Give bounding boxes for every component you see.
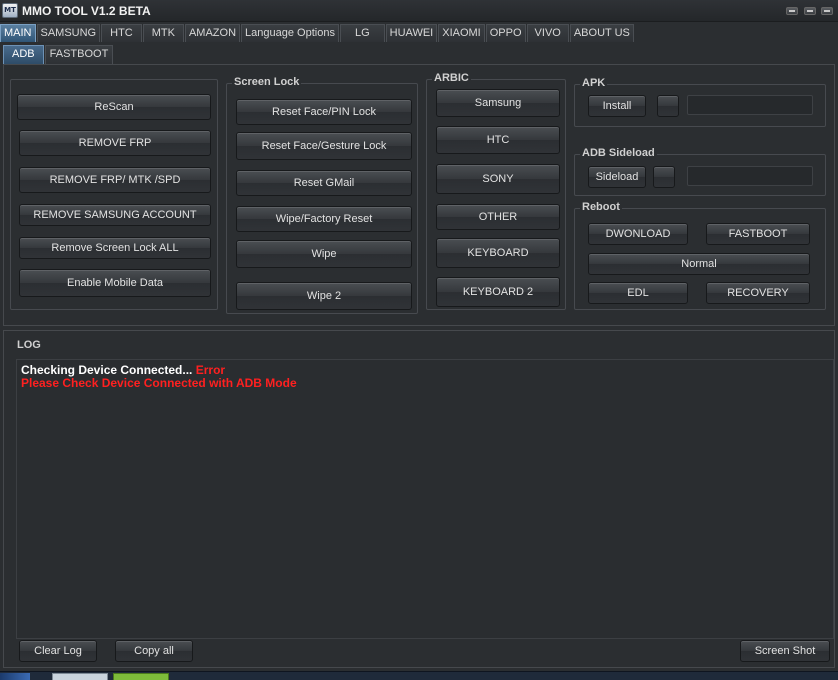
tab-mtk[interactable]: MTK [142, 24, 184, 42]
arbic-group: ARBIC Samsung HTC SONY OTHER KEYBOARD KE… [426, 72, 566, 310]
tab-about-us[interactable]: ABOUT US [569, 24, 634, 42]
log-line-1-prefix: Checking Device Connected... [21, 363, 196, 377]
close-button[interactable] [821, 7, 833, 15]
log-panel: LOG Checking Device Connected... Error P… [3, 330, 835, 668]
reboot-edl-button[interactable]: EDL [588, 282, 688, 304]
general-actions-group: ReScan REMOVE FRP REMOVE FRP/ MTK /SPD R… [10, 79, 218, 310]
adb-sideload-group: ADB Sideload Sideload [574, 147, 826, 196]
screen-shot-button[interactable]: Screen Shot [740, 640, 830, 662]
arbic-samsung-button[interactable]: Samsung [436, 89, 560, 117]
remove-frp-button[interactable]: REMOVE FRP [19, 130, 211, 156]
browse-sideload-button[interactable] [653, 166, 675, 188]
wipe-2-button[interactable]: Wipe 2 [236, 282, 412, 310]
tab-amazon[interactable]: AMAZON [184, 24, 241, 42]
tab-main[interactable]: MAIN [0, 24, 36, 42]
apk-group: APK Install [574, 77, 826, 127]
sideload-path-field[interactable] [687, 166, 813, 186]
arbic-sony-button[interactable]: SONY [436, 164, 560, 194]
reboot-normal-button[interactable]: Normal [588, 253, 810, 275]
rescan-button[interactable]: ReScan [17, 94, 211, 120]
tab-huawei[interactable]: HUAWEI [385, 24, 438, 42]
arbic-htc-button[interactable]: HTC [436, 126, 560, 154]
log-line-1-status: Error [195, 363, 226, 377]
tab-adb[interactable]: ADB [3, 45, 44, 64]
taskbar-app-icon-2[interactable] [113, 673, 169, 680]
enable-mobile-data-button[interactable]: Enable Mobile Data [19, 269, 211, 297]
reboot-fastboot-button[interactable]: FASTBOOT [706, 223, 810, 245]
sideload-button[interactable]: Sideload [588, 166, 646, 188]
taskbar-app-icon[interactable] [52, 673, 108, 680]
reboot-recovery-button[interactable]: RECOVERY [706, 282, 810, 304]
apk-title: APK [580, 77, 608, 89]
install-button[interactable]: Install [588, 95, 646, 117]
reboot-download-button[interactable]: DWONLOAD [588, 223, 688, 245]
tab-fastboot[interactable]: FASTBOOT [44, 45, 114, 64]
minimize-button[interactable] [786, 7, 798, 15]
reboot-group: Reboot DWONLOAD FASTBOOT Normal EDL RECO… [574, 201, 826, 310]
remove-samsung-account-button[interactable]: REMOVE SAMSUNG ACCOUNT [19, 204, 211, 226]
log-line-2: Please Check Device Connected with ADB M… [21, 376, 297, 390]
arbic-other-button[interactable]: OTHER [436, 204, 560, 230]
screen-lock-title: Screen Lock [232, 76, 302, 88]
tab-oppo[interactable]: OPPO [485, 24, 526, 42]
app-logo-icon: MT [2, 3, 18, 18]
taskbar [0, 671, 838, 680]
log-output[interactable]: Checking Device Connected... Error Pleas… [16, 359, 834, 639]
sub-tab-bar: ADB FASTBOOT [3, 45, 114, 64]
log-line-1: Checking Device Connected... Error [21, 363, 225, 377]
arbic-keyboard-2-button[interactable]: KEYBOARD 2 [436, 277, 560, 307]
screen-lock-group: Screen Lock Reset Face/PIN Lock Reset Fa… [226, 76, 418, 314]
reset-face-gesture-lock-button[interactable]: Reset Face/Gesture Lock [236, 132, 412, 160]
log-title: LOG [17, 339, 41, 351]
arbic-title: ARBIC [432, 72, 471, 84]
adb-panel: ReScan REMOVE FRP REMOVE FRP/ MTK /SPD R… [3, 64, 835, 326]
tab-lg[interactable]: LG [339, 24, 385, 42]
clear-log-button[interactable]: Clear Log [19, 640, 97, 662]
tab-language-options[interactable]: Language Options [241, 24, 339, 42]
reset-gmail-button[interactable]: Reset GMail [236, 170, 412, 196]
browse-apk-button[interactable] [657, 95, 679, 117]
apk-path-field[interactable] [687, 95, 813, 115]
arbic-keyboard-button[interactable]: KEYBOARD [436, 238, 560, 268]
reset-face-pin-lock-button[interactable]: Reset Face/PIN Lock [236, 99, 412, 125]
remove-frp-mtk-spd-button[interactable]: REMOVE FRP/ MTK /SPD [19, 167, 211, 193]
tab-samsung[interactable]: SAMSUNG [36, 24, 101, 42]
tab-vivo[interactable]: VIVO [526, 24, 569, 42]
tab-htc[interactable]: HTC [101, 24, 142, 42]
main-tab-bar: MAIN SAMSUNG HTC MTK AMAZON Language Opt… [0, 24, 635, 42]
title-bar: MT MMO TOOL V1.2 BETA [0, 0, 838, 22]
window-title: MMO TOOL V1.2 BETA [22, 4, 151, 18]
wipe-button[interactable]: Wipe [236, 240, 412, 268]
maximize-button[interactable] [804, 7, 816, 15]
start-icon[interactable] [0, 673, 30, 680]
tab-xiaomi[interactable]: XIAOMI [438, 24, 485, 42]
reboot-title: Reboot [580, 201, 622, 213]
remove-screen-lock-all-button[interactable]: Remove Screen Lock ALL [19, 237, 211, 259]
adb-sideload-title: ADB Sideload [580, 147, 657, 159]
wipe-factory-reset-button[interactable]: Wipe/Factory Reset [236, 206, 412, 232]
copy-all-button[interactable]: Copy all [115, 640, 193, 662]
